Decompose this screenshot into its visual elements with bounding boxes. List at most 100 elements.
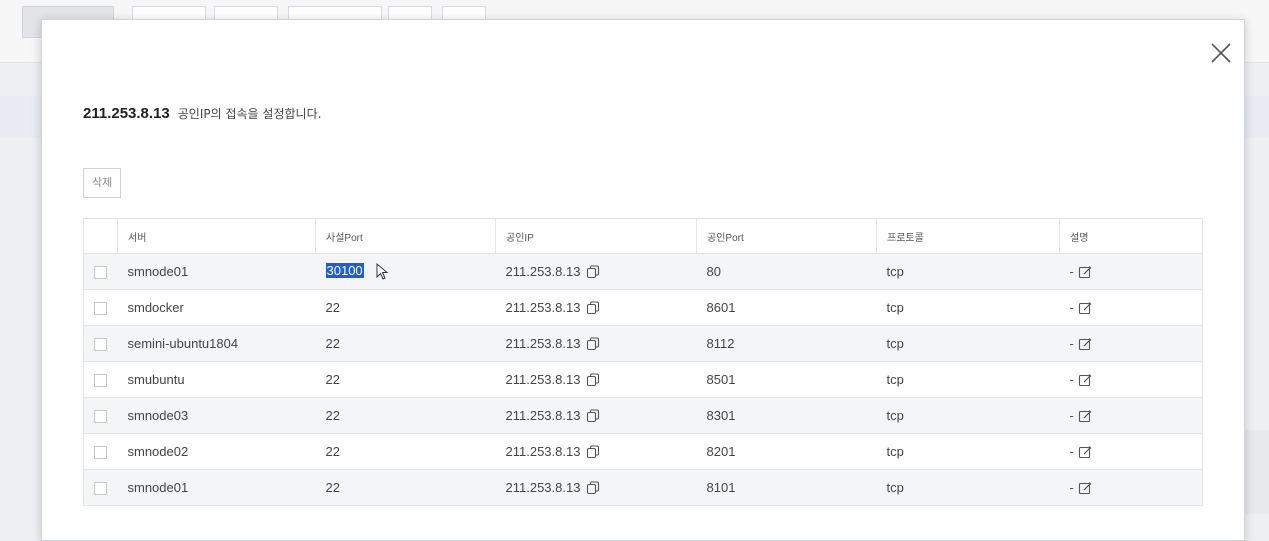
cell-public-port: 8301: [696, 397, 877, 434]
cell-private-port: 22: [315, 469, 496, 506]
edit-icon[interactable]: [1078, 301, 1092, 315]
port-table-wrapper: 서버 사설Port 공인IP 공인Port 프로토콜 설명 smnode01 30…: [83, 218, 1203, 506]
cell-public-ip: 211.253.8.13: [495, 325, 697, 362]
cell-private-port: 22: [315, 325, 496, 362]
cell-description: -: [1059, 433, 1203, 470]
title-ip: 211.253.8.13: [83, 105, 170, 122]
edit-icon[interactable]: [1078, 409, 1092, 423]
header-public-port[interactable]: 공인Port: [696, 218, 877, 254]
mouse-cursor-icon: [376, 262, 390, 281]
row-checkbox[interactable]: [94, 302, 107, 316]
row-checkbox[interactable]: [94, 410, 107, 424]
edit-icon[interactable]: [1078, 337, 1092, 351]
description-text: -: [1069, 479, 1074, 495]
port-table: 서버 사설Port 공인IP 공인Port 프로토콜 설명 smnode01 30…: [83, 218, 1203, 506]
edit-icon[interactable]: [1078, 481, 1092, 495]
copy-icon[interactable]: [586, 301, 600, 315]
header-server[interactable]: 서버: [117, 218, 316, 254]
edit-icon[interactable]: [1078, 265, 1092, 279]
cell-description: -: [1059, 397, 1203, 434]
cell-public-ip: 211.253.8.13: [495, 469, 697, 506]
cell-private-port: 22: [315, 361, 496, 398]
cell-server: smnode01: [117, 469, 316, 506]
cell-public-port: 8201: [696, 433, 877, 470]
cell-private-port: 22: [315, 289, 496, 326]
cell-checkbox: [83, 397, 118, 434]
table-row[interactable]: smubuntu 22 211.253.8.13 8501 tcp -: [83, 361, 1203, 398]
cell-public-ip: 211.253.8.13: [495, 397, 697, 434]
delete-button[interactable]: 삭제: [83, 168, 122, 198]
cell-public-port: 8101: [696, 469, 877, 506]
cell-protocol: tcp: [876, 289, 1060, 326]
cell-checkbox: [83, 289, 118, 326]
header-public-ip[interactable]: 공인IP: [495, 218, 697, 254]
cell-public-port: 8601: [696, 289, 877, 326]
copy-icon[interactable]: [586, 409, 600, 423]
close-icon: [1211, 43, 1231, 63]
copy-icon[interactable]: [586, 373, 600, 387]
cell-description: -: [1059, 253, 1203, 290]
cell-protocol: tcp: [876, 433, 1060, 470]
cell-description: -: [1059, 325, 1203, 362]
cell-checkbox: [83, 469, 118, 506]
port-forward-modal: 211.253.8.13 공인IP의 접속을 설정합니다. 삭제 서버 사설Por…: [41, 19, 1245, 541]
cell-server: smubuntu: [117, 361, 316, 398]
cell-public-port: 8501: [696, 361, 877, 398]
cell-server: semini-ubuntu1804: [117, 325, 316, 362]
header-private-port[interactable]: 사설Port: [315, 218, 496, 254]
cell-private-port: 22: [315, 397, 496, 434]
table-row[interactable]: smnode02 22 211.253.8.13 8201 tcp -: [83, 433, 1203, 470]
cell-server: smdocker: [117, 289, 316, 326]
public-ip-text: 211.253.8.13: [505, 299, 581, 315]
cell-private-port[interactable]: 30100: [315, 253, 496, 290]
row-checkbox[interactable]: [94, 266, 107, 280]
edit-icon[interactable]: [1078, 373, 1092, 387]
description-text: -: [1069, 335, 1074, 351]
cell-public-ip: 211.253.8.13: [495, 361, 697, 398]
description-text: -: [1069, 299, 1074, 315]
cell-private-port: 22: [315, 433, 496, 470]
header-checkbox-cell: [83, 218, 118, 254]
cell-description: -: [1059, 289, 1203, 326]
cell-protocol: tcp: [876, 469, 1060, 506]
public-ip-text: 211.253.8.13: [505, 371, 581, 387]
cell-server: smnode03: [117, 397, 316, 434]
header-description[interactable]: 설명: [1059, 218, 1203, 254]
header-protocol[interactable]: 프로토콜: [876, 218, 1060, 254]
copy-icon[interactable]: [586, 337, 600, 351]
row-checkbox[interactable]: [94, 482, 107, 496]
edit-icon[interactable]: [1078, 445, 1092, 459]
copy-icon[interactable]: [586, 481, 600, 495]
description-text: -: [1069, 263, 1074, 279]
cell-public-port: 80: [696, 253, 877, 290]
close-button[interactable]: [1208, 40, 1234, 66]
cell-public-port: 8112: [696, 325, 877, 362]
row-checkbox[interactable]: [94, 374, 107, 388]
copy-icon[interactable]: [586, 265, 600, 279]
cell-public-ip: 211.253.8.13: [495, 433, 697, 470]
table-row[interactable]: smnode03 22 211.253.8.13 8301 tcp -: [83, 397, 1203, 434]
cell-checkbox: [83, 361, 118, 398]
table-header-row: 서버 사설Port 공인IP 공인Port 프로토콜 설명: [83, 218, 1203, 254]
row-checkbox[interactable]: [94, 338, 107, 352]
table-row[interactable]: smdocker 22 211.253.8.13 8601 tcp -: [83, 289, 1203, 326]
public-ip-text: 211.253.8.13: [505, 407, 581, 423]
cell-public-ip: 211.253.8.13: [495, 253, 697, 290]
cell-public-ip: 211.253.8.13: [495, 289, 697, 326]
cell-checkbox: [83, 433, 118, 470]
title-description: 공인IP의 접속을 설정합니다.: [177, 107, 322, 121]
public-ip-text: 211.253.8.13: [505, 263, 581, 279]
modal-title: 211.253.8.13 공인IP의 접속을 설정합니다.: [83, 104, 321, 122]
cell-protocol: tcp: [876, 325, 1060, 362]
description-text: -: [1069, 407, 1074, 423]
cell-server: smnode01: [117, 253, 316, 290]
cell-protocol: tcp: [876, 397, 1060, 434]
table-row[interactable]: semini-ubuntu1804 22 211.253.8.13 8112 tcp -: [83, 325, 1203, 362]
cell-description: -: [1059, 361, 1203, 398]
cell-checkbox: [83, 253, 118, 290]
table-row[interactable]: smnode01 30100 211.253.8.13 80 tcp -: [83, 253, 1203, 290]
table-row[interactable]: smnode01 22 211.253.8.13 8101 tcp -: [83, 469, 1203, 506]
public-ip-text: 211.253.8.13: [505, 335, 581, 351]
row-checkbox[interactable]: [94, 446, 107, 460]
copy-icon[interactable]: [586, 445, 600, 459]
